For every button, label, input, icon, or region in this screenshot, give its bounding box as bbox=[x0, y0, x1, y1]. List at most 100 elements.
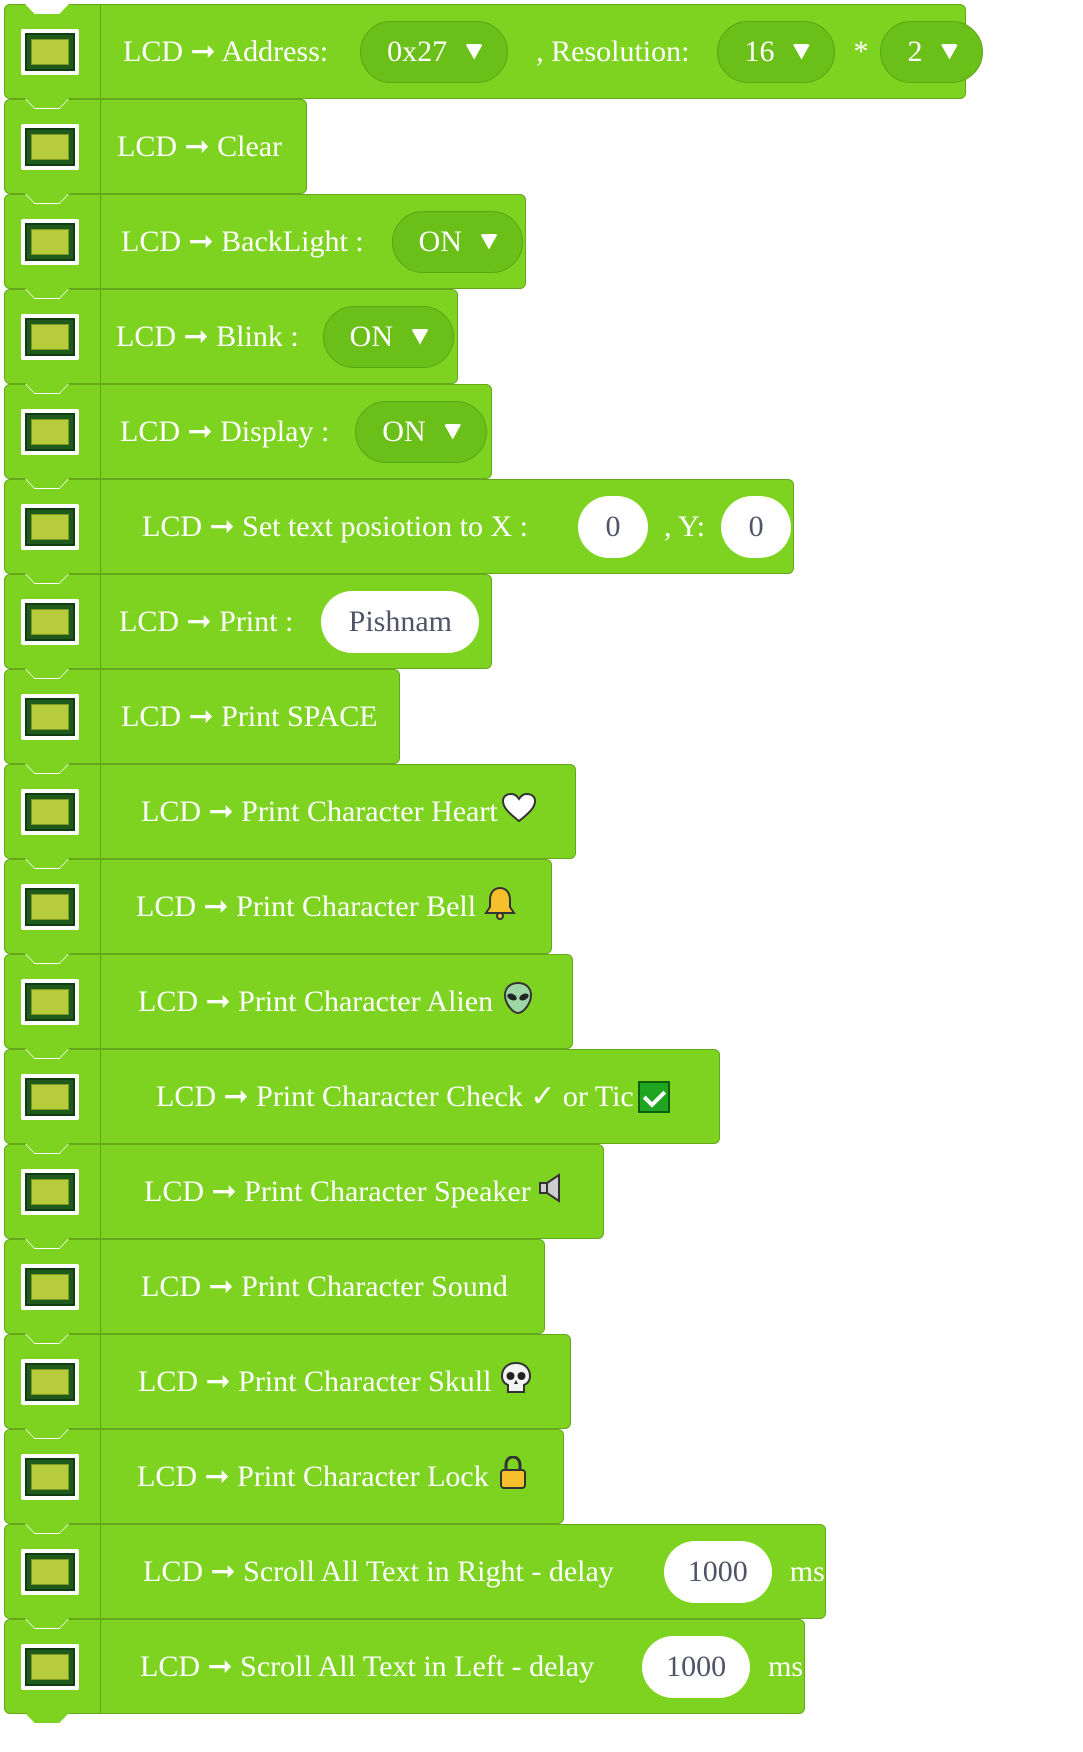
skull-icon bbox=[501, 1361, 532, 1402]
block-icon-area bbox=[5, 1145, 101, 1238]
block-icon-area bbox=[5, 1240, 101, 1333]
block-label: LCD ➞ Print Character Skull bbox=[138, 1365, 492, 1398]
heart-icon bbox=[501, 792, 536, 831]
lcd-display-block[interactable]: LCD ➞ Display : ON bbox=[4, 384, 492, 479]
chevron-down-icon bbox=[479, 233, 498, 250]
lcd-display-icon bbox=[21, 599, 79, 645]
backlight-value: ON bbox=[418, 224, 462, 258]
chevron-down-icon bbox=[411, 328, 429, 345]
block-icon-area bbox=[5, 5, 101, 98]
block-icon-area bbox=[5, 100, 101, 193]
lcd-display-icon bbox=[21, 124, 79, 170]
block-icon-area bbox=[5, 480, 101, 573]
block-label: LCD ➞ Print SPACE bbox=[121, 700, 378, 733]
resolution-label: , Resolution: bbox=[536, 34, 690, 68]
lcd-print-lock-block[interactable]: LCD ➞ Print Character Lock bbox=[4, 1429, 564, 1524]
block-icon-area bbox=[5, 1050, 101, 1143]
lcd-display-icon bbox=[21, 314, 79, 360]
unit-label: ms bbox=[789, 1554, 825, 1588]
checkbox-icon bbox=[637, 1080, 670, 1113]
block-label: LCD ➞ Scroll All Text in Right - delay bbox=[143, 1555, 614, 1588]
lcd-print-speaker-block[interactable]: LCD ➞ Print Character Speaker bbox=[4, 1144, 604, 1239]
speaker-icon bbox=[538, 1172, 561, 1211]
lcd-print-block[interactable]: LCD ➞ Print : Pishnam bbox=[4, 574, 492, 669]
block-label: LCD ➞ Print Character Heart bbox=[141, 795, 498, 828]
lcd-scroll-left-block[interactable]: LCD ➞ Scroll All Text in Left - delay 10… bbox=[4, 1619, 805, 1714]
x-input[interactable]: 0 bbox=[577, 495, 648, 558]
block-icon-area bbox=[5, 195, 101, 288]
chevron-down-icon bbox=[940, 43, 959, 60]
block-label: LCD ➞ Print : bbox=[119, 605, 294, 638]
columns-dropdown[interactable]: 16 bbox=[717, 20, 836, 83]
block-icon-area bbox=[5, 1525, 101, 1618]
block-icon-area bbox=[5, 575, 101, 668]
unit-label: ms bbox=[768, 1649, 804, 1683]
lcd-display-icon bbox=[21, 1549, 79, 1595]
lcd-display-icon bbox=[21, 979, 79, 1025]
chevron-down-icon bbox=[465, 43, 484, 60]
print-text-input[interactable]: Pishnam bbox=[321, 590, 480, 653]
rows-value: 2 bbox=[907, 34, 923, 68]
y-label: , Y: bbox=[663, 509, 706, 543]
lcd-set-position-block[interactable]: LCD ➞ Set text posiotion to X : 0 , Y: 0 bbox=[4, 479, 794, 574]
block-label: LCD ➞ Set text posiotion to X : bbox=[142, 510, 528, 543]
block-label: LCD ➞ Print Character Check ✓ or Tic bbox=[156, 1080, 634, 1113]
block-label: LCD ➞ Clear bbox=[117, 130, 283, 163]
lcd-print-sound-block[interactable]: LCD ➞ Print Character Sound bbox=[4, 1239, 545, 1334]
lcd-display-icon bbox=[21, 694, 79, 740]
address-label: LCD ➞ Address: bbox=[123, 35, 329, 68]
scroll-left-delay-input[interactable]: 1000 bbox=[642, 1635, 751, 1698]
block-icon-area bbox=[5, 1335, 101, 1428]
blink-value: ON bbox=[349, 319, 393, 353]
scroll-right-delay-input[interactable]: 1000 bbox=[663, 1540, 772, 1603]
lcd-display-icon bbox=[21, 504, 79, 550]
lcd-display-icon bbox=[21, 409, 79, 455]
lcd-display-icon bbox=[21, 1169, 79, 1215]
block-label: LCD ➞ Display : bbox=[120, 415, 330, 448]
lcd-display-icon bbox=[21, 1644, 79, 1690]
alien-icon bbox=[503, 981, 533, 1023]
block-label: LCD ➞ Scroll All Text in Left - delay bbox=[140, 1650, 595, 1683]
display-dropdown[interactable]: ON bbox=[355, 400, 487, 463]
block-icon-area bbox=[5, 1430, 101, 1523]
lcd-blink-block[interactable]: LCD ➞ Blink : ON bbox=[4, 289, 458, 384]
block-icon-area bbox=[5, 860, 101, 953]
lcd-print-alien-block[interactable]: LCD ➞ Print Character Alien bbox=[4, 954, 573, 1049]
lcd-init-block[interactable]: LCD ➞ Address: 0x27 , Resolution: 16 * 2 bbox=[4, 4, 984, 99]
address-value: 0x27 bbox=[387, 34, 448, 68]
lcd-print-bell-block[interactable]: LCD ➞ Print Character Bell bbox=[4, 859, 552, 954]
display-value: ON bbox=[382, 414, 426, 448]
blink-dropdown[interactable]: ON bbox=[322, 305, 454, 368]
block-icon-area bbox=[5, 290, 101, 383]
block-icon-area bbox=[5, 670, 101, 763]
backlight-dropdown[interactable]: ON bbox=[391, 210, 523, 273]
chevron-down-icon bbox=[792, 43, 811, 60]
block-label: LCD ➞ Print Character Bell bbox=[136, 890, 477, 923]
block-icon-area bbox=[5, 385, 101, 478]
lcd-print-space-block[interactable]: LCD ➞ Print SPACE bbox=[4, 669, 400, 764]
lcd-display-icon bbox=[21, 1454, 79, 1500]
lcd-backlight-block[interactable]: LCD ➞ BackLight : ON bbox=[4, 194, 526, 289]
lcd-display-icon bbox=[21, 884, 79, 930]
lcd-print-skull-block[interactable]: LCD ➞ Print Character Skull bbox=[4, 1334, 571, 1429]
block-label: LCD ➞ Print Character Sound bbox=[141, 1270, 508, 1303]
lcd-print-heart-block[interactable]: LCD ➞ Print Character Heart bbox=[4, 764, 576, 859]
lcd-display-icon bbox=[21, 29, 79, 75]
lcd-display-icon bbox=[21, 1074, 79, 1120]
rows-dropdown[interactable]: 2 bbox=[880, 20, 984, 83]
lcd-scroll-right-block[interactable]: LCD ➞ Scroll All Text in Right - delay 1… bbox=[4, 1524, 826, 1619]
block-label: LCD ➞ Blink : bbox=[116, 320, 299, 353]
block-icon-area bbox=[5, 765, 101, 858]
lcd-clear-block[interactable]: LCD ➞ Clear bbox=[4, 99, 307, 194]
block-icon-area bbox=[5, 955, 101, 1048]
lcd-display-icon bbox=[21, 219, 79, 265]
lcd-print-check-block[interactable]: LCD ➞ Print Character Check ✓ or Tic bbox=[4, 1049, 720, 1144]
address-dropdown[interactable]: 0x27 bbox=[360, 20, 509, 83]
block-icon-area bbox=[5, 1620, 101, 1713]
bell-icon bbox=[484, 886, 516, 928]
lock-icon bbox=[499, 1454, 527, 1498]
block-label: LCD ➞ Print Character Lock bbox=[137, 1460, 489, 1493]
lcd-display-icon bbox=[21, 789, 79, 835]
y-input[interactable]: 0 bbox=[721, 495, 792, 558]
block-label: LCD ➞ Print Character Speaker bbox=[144, 1175, 531, 1208]
